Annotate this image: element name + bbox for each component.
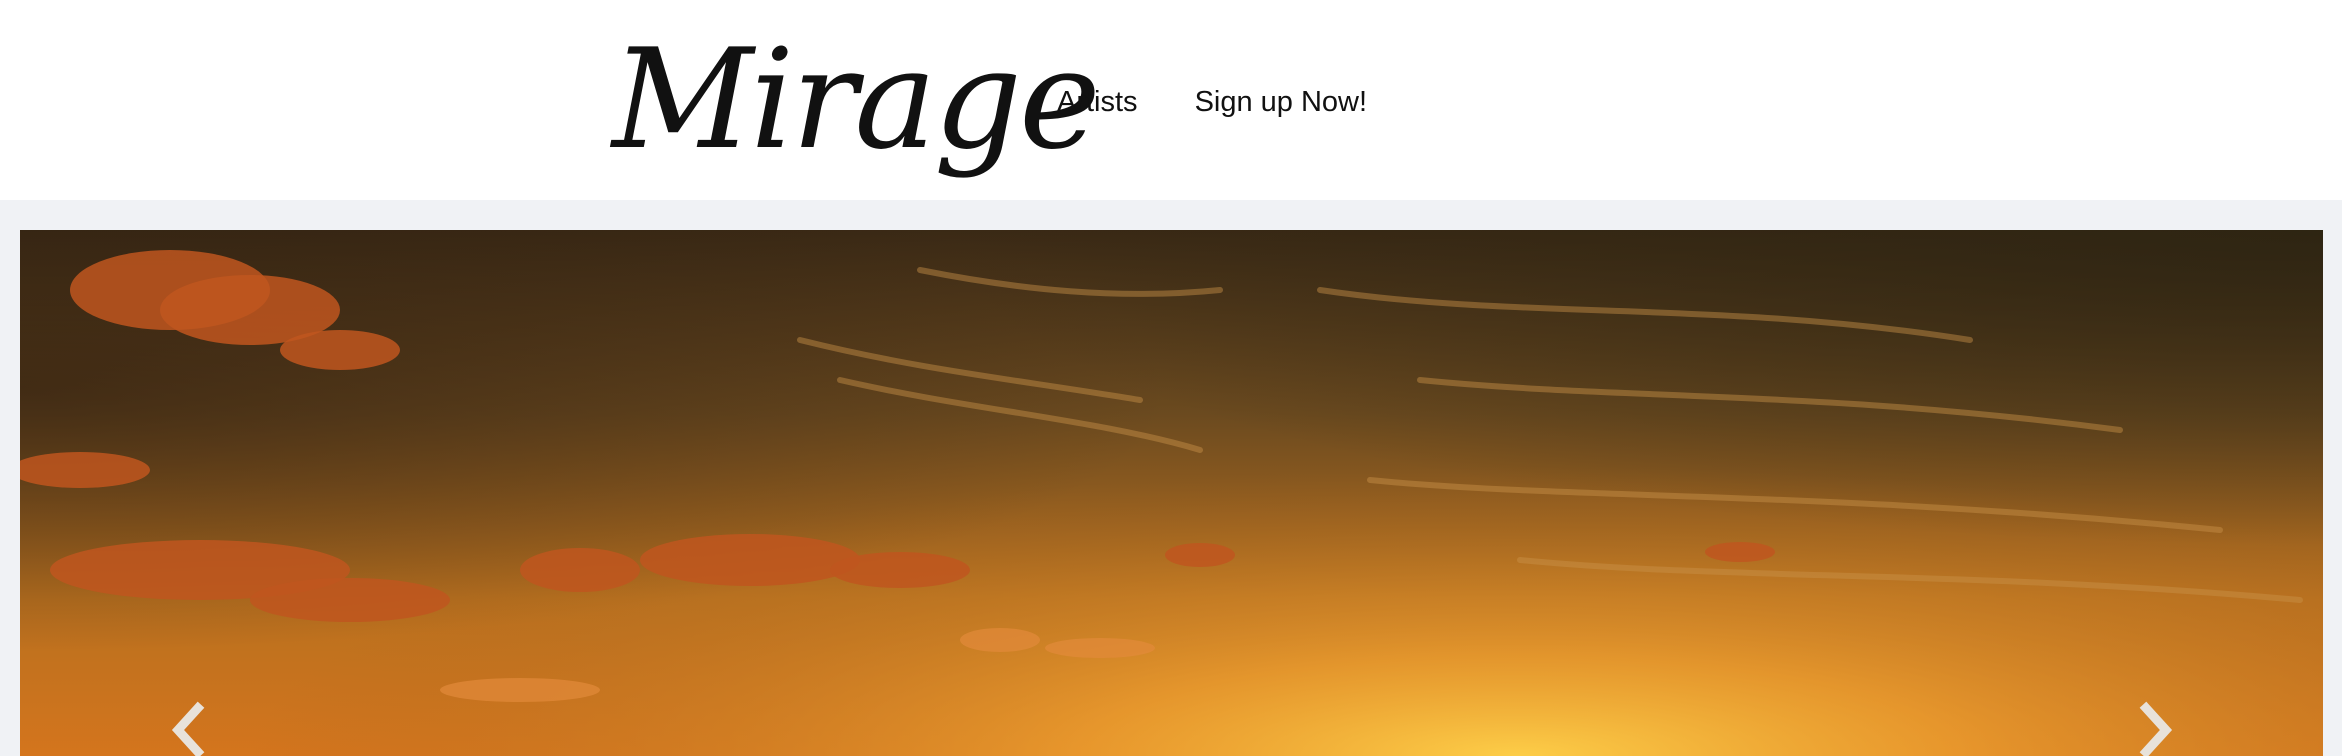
chevron-left-icon	[171, 701, 205, 756]
site-header: Mirage Artists Sign up Now!	[0, 0, 2342, 200]
carousel-next-button[interactable]	[2124, 700, 2184, 756]
nav-link-artists[interactable]: Artists	[1057, 82, 1138, 122]
site-logo[interactable]: Mirage	[612, 10, 1101, 190]
nav-link-sign-up[interactable]: Sign up Now!	[1195, 82, 1368, 122]
carousel-prev-button[interactable]	[160, 700, 220, 756]
hero-carousel	[20, 230, 2323, 756]
chevron-right-icon	[2139, 701, 2173, 756]
sunset-sky-image	[20, 230, 2323, 756]
main-nav: Artists Sign up Now!	[1057, 82, 1367, 122]
